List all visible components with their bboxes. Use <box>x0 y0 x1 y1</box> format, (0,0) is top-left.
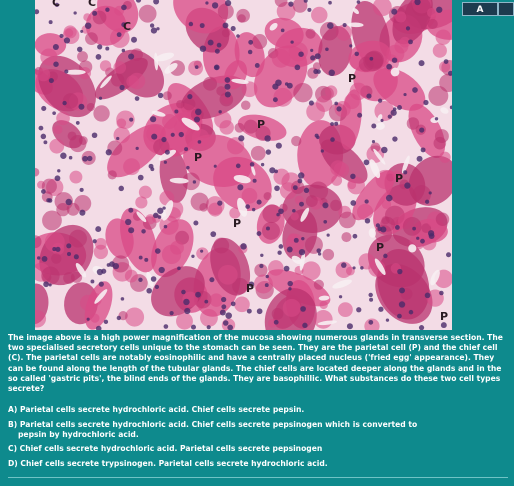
option-a-text: A) Parietal cells secrete hydrochloric a… <box>8 405 305 414</box>
option-b-text: B) Parietal cells secrete hydrochloric a… <box>8 419 418 429</box>
option-a[interactable]: A) Parietal cells secrete hydrochloric a… <box>8 405 508 415</box>
chief-cell-label: C <box>123 20 132 33</box>
parietal-cell-label: P <box>194 151 203 164</box>
option-d[interactable]: D) Chief cells secrete trypsinogen. Pari… <box>8 459 508 469</box>
parietal-cell-label: P <box>440 310 449 323</box>
chief-cell-label: C <box>52 0 61 9</box>
parietal-cell-label: P <box>233 217 242 230</box>
navigation-tabs: A <box>462 2 514 16</box>
chief-cell-label: C <box>88 0 97 9</box>
option-d-text: D) Chief cells secrete trypsinogen. Pari… <box>8 459 328 469</box>
parietal-cell-label: P <box>348 72 357 85</box>
histology-micrograph: C C C P P P P P P P P <box>35 0 452 330</box>
question-description: The image above is a high power magnific… <box>8 333 503 394</box>
nav-button-next[interactable] <box>498 2 514 16</box>
nav-button-a[interactable]: A <box>462 2 498 16</box>
option-b[interactable]: B) Parietal cells secrete hydrochloric a… <box>8 420 508 440</box>
parietal-cell-label: P <box>395 172 404 185</box>
parietal-cell-label: P <box>257 118 266 131</box>
answer-options: A) Parietal cells secrete hydrochloric a… <box>8 405 508 474</box>
option-c-text: C) Chief cells secrete hydrochloric acid… <box>8 444 323 454</box>
option-b-continued: pepsin by hydrochloric acid. <box>18 429 139 439</box>
option-c[interactable]: C) Chief cells secrete hydrochloric acid… <box>8 444 508 454</box>
bottom-divider <box>8 477 508 478</box>
gastric-tissue-image <box>35 0 452 330</box>
parietal-cell-label: P <box>376 241 385 254</box>
parietal-cell-label: P <box>246 282 255 295</box>
